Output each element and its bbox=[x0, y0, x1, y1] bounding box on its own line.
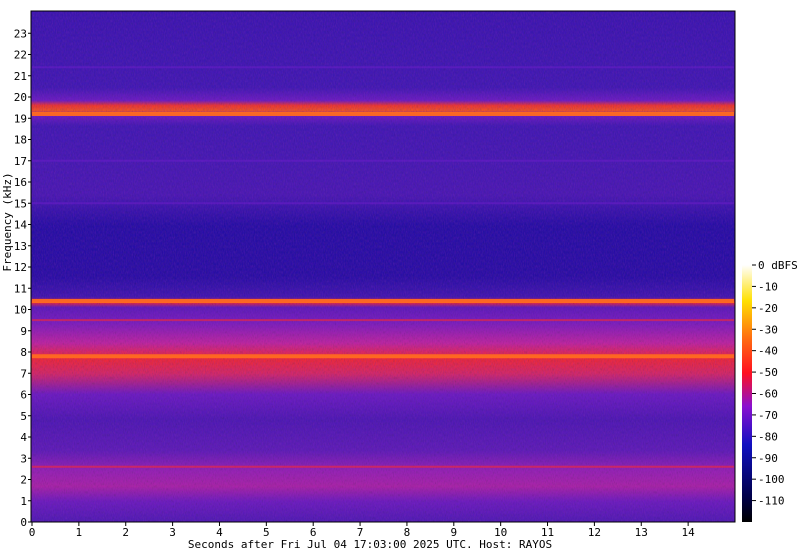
y-tick-label: 6 bbox=[20, 389, 27, 402]
colorbar-tick-label: -100 bbox=[758, 473, 785, 486]
y-tick-label: 16 bbox=[14, 176, 27, 189]
y-tick-label: 2 bbox=[20, 474, 27, 487]
colorbar: 0 dBFS -10 -20 -30 -40 -50 -60 -70 -80 -90 -100 -11… bbox=[742, 259, 798, 522]
spectral-band bbox=[32, 299, 734, 303]
y-tick-label: 8 bbox=[20, 346, 27, 359]
colorbar-tick-label: -50 bbox=[758, 366, 778, 379]
spectrogram-chart: 01234567891011121314151617181920212223 0… bbox=[1, 10, 798, 551]
y-tick-label: 22 bbox=[14, 49, 27, 62]
y-tick-label: 0 bbox=[20, 516, 27, 529]
x-tick-label: 13 bbox=[635, 526, 648, 539]
colorbar-tick-label: -20 bbox=[758, 302, 778, 315]
spectral-band bbox=[32, 354, 734, 359]
spectral-band bbox=[32, 159, 734, 162]
frequency-axis: 01234567891011121314151617181920212223 bbox=[14, 27, 31, 529]
x-tick-label: 2 bbox=[122, 526, 129, 539]
x-tick-label: 1 bbox=[76, 526, 83, 539]
x-tick-label: 12 bbox=[588, 526, 601, 539]
x-axis-label: Seconds after Fri Jul 04 17:03:00 2025 U… bbox=[188, 538, 552, 551]
y-tick-label: 1 bbox=[20, 495, 27, 508]
colorbar-tick-label: -30 bbox=[758, 323, 778, 336]
y-tick-label: 20 bbox=[14, 91, 27, 104]
x-tick-label: 0 bbox=[29, 526, 36, 539]
colorbar-tick-label: -10 bbox=[758, 280, 778, 293]
y-tick-label: 9 bbox=[20, 325, 27, 338]
colorbar-tick-label: 0 dBFS bbox=[758, 259, 798, 272]
y-tick-label: 12 bbox=[14, 261, 27, 274]
spectral-band bbox=[32, 319, 734, 322]
x-tick-label: 3 bbox=[169, 526, 176, 539]
colorbar-scale bbox=[742, 265, 752, 522]
colorbar-tick-label: -40 bbox=[758, 345, 778, 358]
y-tick-label: 23 bbox=[14, 27, 27, 40]
y-tick-label: 3 bbox=[20, 452, 27, 465]
x-tick-label: 14 bbox=[682, 526, 696, 539]
y-tick-label: 5 bbox=[20, 410, 27, 423]
colorbar-tick-label: -110 bbox=[758, 495, 785, 508]
spectrogram-texture bbox=[31, 11, 735, 522]
y-tick-label: 10 bbox=[14, 304, 27, 317]
colorbar-tick-label: -60 bbox=[758, 388, 778, 401]
spectrogram-plot-area bbox=[30, 10, 736, 523]
y-tick-label: 4 bbox=[20, 431, 27, 444]
spectral-band bbox=[32, 66, 734, 69]
y-tick-label: 18 bbox=[14, 134, 27, 147]
spectral-band bbox=[32, 112, 734, 116]
time-axis: 0 1 2 3 4 5 6 7 8 9 10 11 12 13 14 bbox=[29, 522, 695, 539]
y-axis-label: Frequency (kHz) bbox=[1, 172, 14, 271]
colorbar-tick-label: -70 bbox=[758, 409, 778, 422]
y-tick-label: 14 bbox=[14, 219, 28, 232]
y-tick-label: 15 bbox=[14, 197, 27, 210]
colorbar-ticks: 0 dBFS -10 -20 -30 -40 -50 -60 -70 -80 -90 -100 -11… bbox=[752, 259, 798, 508]
y-tick-label: 11 bbox=[14, 282, 27, 295]
spectral-band bbox=[32, 465, 734, 468]
y-tick-label: 17 bbox=[14, 155, 27, 168]
colorbar-tick-label: -80 bbox=[758, 430, 778, 443]
y-tick-label: 7 bbox=[20, 367, 27, 380]
y-tick-label: 19 bbox=[14, 112, 27, 125]
spectral-band bbox=[32, 202, 734, 205]
y-tick-label: 21 bbox=[14, 70, 27, 83]
y-tick-label: 13 bbox=[14, 240, 27, 253]
colorbar-tick-label: -90 bbox=[758, 452, 778, 465]
